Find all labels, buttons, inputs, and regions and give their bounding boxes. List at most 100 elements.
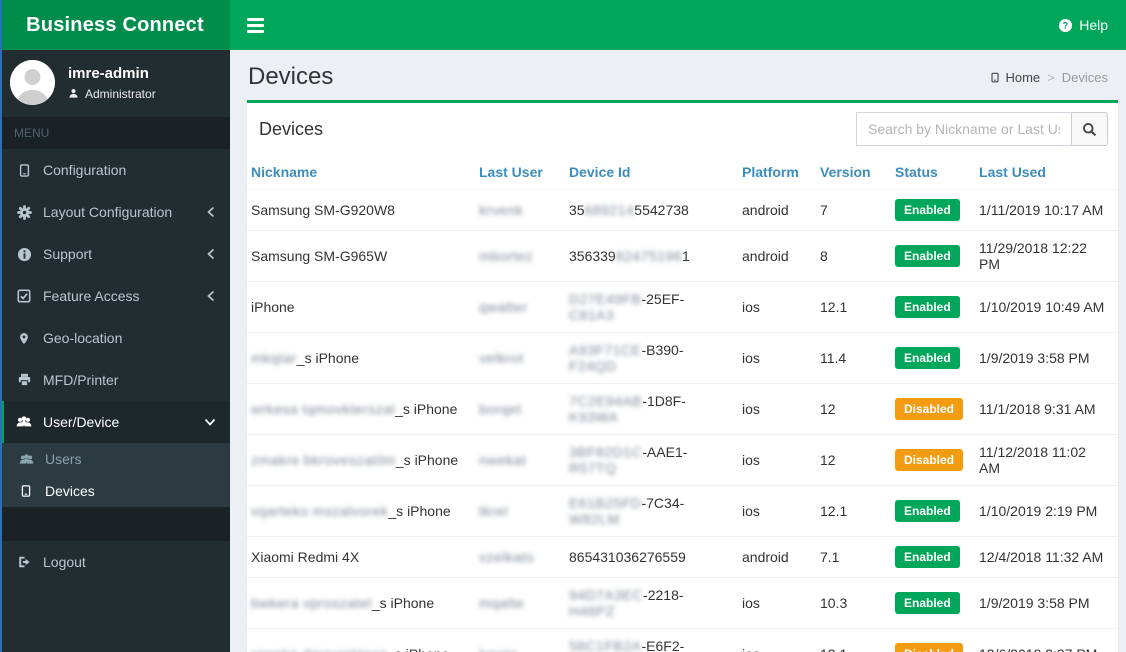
users-icon [18,453,34,466]
device-id-cell: A93F71CE-B390-F24QD [561,332,734,384]
question-circle-icon: ? [1058,18,1073,33]
topbar: Business Connect ? Help [0,0,1126,50]
redacted-text: bwkera [251,595,300,611]
last-user-cell: vzelkato [471,536,561,578]
sidebar-item-label: MFD/Printer [43,372,119,388]
search-button[interactable] [1071,112,1108,146]
table-row: mkqtar_s iPhone velkrot A93F71CE-B390-F24Q… [247,332,1118,384]
table-body: Samsung SM-G920W8 krvenk 356892145542738 an… [247,189,1118,652]
svg-text:?: ? [1063,20,1069,30]
menu-section-divider [0,507,230,541]
chevron-left-icon [206,248,216,260]
window-edge [0,0,2,652]
redacted-text: K93WA [569,409,619,425]
nickname-cell: bwkera vproszatel_s iPhone [247,577,471,629]
table-row: zmakre bkroveszatilm_s iPhone nwekat 3BF82… [247,434,1118,486]
status-badge: Enabled [895,546,960,568]
last-used-cell: 1/11/2019 10:17 AM [971,189,1118,231]
sidebar-item-users[interactable]: Users [0,443,230,475]
last-used-cell: 11/29/2018 12:22 PM [971,230,1118,282]
nickname-cell: vqarteko mszalvorek_s iPhone [247,485,471,537]
hamburger-menu-icon[interactable] [230,6,281,45]
device-id-cell: 58C1FB2A-E6F2-T19XC [561,628,734,652]
redacted-text: 82475196 [615,248,683,264]
sidebar-item-devices[interactable]: Devices [0,475,230,507]
device-id-cell: 94D7A3EC-2218-H46PZ [561,577,734,629]
sidebar-item-layout-configuration[interactable]: Layout Configuration [0,191,230,233]
sidebar-item-feature-access[interactable]: Feature Access [0,275,230,317]
redacted-text: A93F71CE [569,342,642,358]
redacted-text: mbortez [479,248,534,264]
sidebar-menu: Configuration Layout Configuration Suppo… [0,149,230,583]
nickname-cell: Samsung SM-G965W [247,230,471,282]
page-title: Devices [248,63,334,90]
help-link[interactable]: ? Help [1058,17,1108,33]
navbar: ? Help [230,0,1126,50]
redacted-text: vqarteko [251,503,309,519]
platform-cell: ios [734,383,812,435]
sidebar-item-label: Layout Configuration [43,204,173,220]
sidebar-item-label: User/Device [43,414,120,430]
last-user-cell: krvenk [471,189,561,231]
redacted-text: crweka [251,646,298,652]
last-user-cell: tkrel [471,485,561,537]
user-name: imre-admin [68,64,149,82]
user-panel: imre-admin Administrator [0,50,230,117]
table-row: Samsung SM-G920W8 krvenk 356892145542738 an… [247,189,1118,231]
status-badge: Disabled [895,398,964,420]
last-used-cell: 1/9/2019 3:58 PM [971,332,1118,384]
last-user-cell: velkrot [471,332,561,384]
version-cell: 12.1 [812,281,887,333]
status-cell: Disabled [887,628,972,652]
redacted-text: 58C1FB2A [569,638,642,652]
sidebar-item-support[interactable]: Support [0,233,230,275]
menu-header: MENU [0,117,230,149]
device-id-cell: E61B25FD-7C34-W82LM [561,485,734,537]
redacted-text: mqalte [479,595,525,611]
status-badge: Enabled [895,199,960,221]
table-row: vqarteko mszalvorek_s iPhone tkrel E61B25F… [247,485,1118,537]
device-id-cell: 865431036276559 [561,536,734,578]
redacted-text: krvenk [479,202,524,218]
version-cell: 7 [812,189,887,231]
sidebar-item-user-device[interactable]: User/Device [0,401,230,443]
status-cell: Enabled [887,485,972,537]
redacted-text: C81A3 [569,307,615,323]
status-cell: Disabled [887,434,972,486]
redacted-text: D27E49FB [569,291,642,307]
nickname-cell: Xiaomi Redmi 4X [247,536,471,578]
version-cell: 8 [812,230,887,282]
status-cell: Enabled [887,230,972,282]
last-user-cell: kwotz [471,628,561,652]
chevron-down-icon [204,417,216,427]
version-cell: 12 [812,383,887,435]
status-badge: Disabled [895,449,964,471]
chevron-left-icon [206,290,216,302]
device-id-cell: D27E49FB-25EF-C81A3 [561,281,734,333]
check-square-icon [16,289,32,303]
table-header-row: Nickname Last User Device Id Platform Versio… [247,155,1118,190]
redacted-text: vzelkato [479,549,535,565]
redacted-text: qwalter [479,299,528,315]
sidebar-item-mfd-printer[interactable]: MFD/Printer [0,359,230,401]
redacted-text: nwekat [479,452,527,468]
status-cell: Enabled [887,536,972,578]
nickname-cell: mkqtar_s iPhone [247,332,471,384]
platform-cell: android [734,230,812,282]
version-cell: 12 [812,434,887,486]
breadcrumb-home[interactable]: Home [990,70,1040,85]
last-user-cell: mbortez [471,230,561,282]
sidebar-item-logout[interactable]: Logout [0,541,230,583]
sidebar-item-label: Geo-location [43,330,123,346]
app-logo[interactable]: Business Connect [0,0,230,50]
sidebar-item-configuration[interactable]: Configuration [0,149,230,191]
devices-panel: Devices NicknameLast UserDevice Id [247,100,1118,652]
sidebar-item-geo-location[interactable]: Geo-location [0,317,230,359]
redacted-text: W82LM [569,511,620,527]
status-cell: Enabled [887,281,972,333]
main-content: Devices Home > Devices Devices Search by… [230,50,1126,652]
platform-cell: ios [734,434,812,486]
version-cell: 7.1 [812,536,887,578]
search-input[interactable] [856,112,1072,146]
status-cell: Enabled [887,332,972,384]
